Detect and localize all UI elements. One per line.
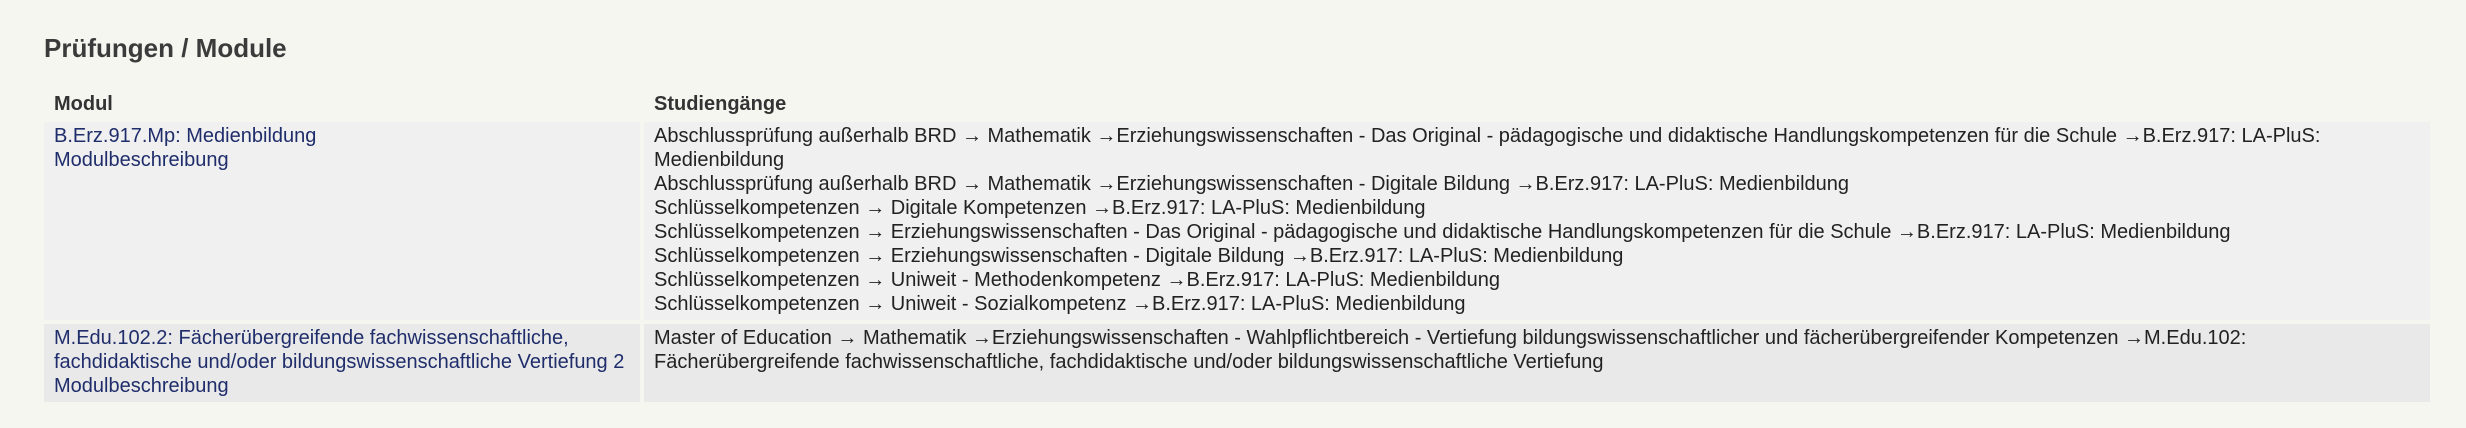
exams-table: Modul Studiengänge B.Erz.917.Mp: Medienb… bbox=[40, 84, 2434, 406]
course-path: Schlüsselkompetenzen → Erziehungswissens… bbox=[654, 245, 1624, 267]
course-path: Schlüsselkompetenzen → Uniweit - Methode… bbox=[654, 269, 1500, 291]
module-description-link[interactable]: Modulbeschreibung bbox=[54, 374, 630, 398]
table-row: M.Edu.102.2: Fächerübergreifende fachwis… bbox=[44, 324, 2430, 402]
courses-cell: Abschlussprüfung außerhalb BRD → Mathema… bbox=[644, 122, 2430, 320]
module-description-link[interactable]: Modulbeschreibung bbox=[54, 148, 630, 172]
module-cell: B.Erz.917.Mp: Medienbildung Modulbeschre… bbox=[44, 122, 640, 320]
section-title: Prüfungen / Module bbox=[44, 33, 287, 63]
course-path: Master of Education → Mathematik →Erzieh… bbox=[654, 327, 2247, 373]
course-path: Schlüsselkompetenzen → Uniweit - Sozialk… bbox=[654, 293, 1466, 315]
module-link[interactable]: M.Edu.102.2: Fächerübergreifende fachwis… bbox=[54, 326, 630, 374]
courses-cell: Master of Education → Mathematik →Erzieh… bbox=[644, 324, 2430, 402]
header-courses: Studiengänge bbox=[644, 88, 2430, 118]
course-path: Schlüsselkompetenzen → Erziehungswissens… bbox=[654, 221, 2231, 243]
header-module: Modul bbox=[44, 88, 640, 118]
exams-section: Prüfungen / Module Modul Studiengänge B.… bbox=[44, 30, 2466, 406]
table-header-row: Modul Studiengänge bbox=[44, 88, 2430, 118]
module-cell: M.Edu.102.2: Fächerübergreifende fachwis… bbox=[44, 324, 640, 402]
course-path: Abschlussprüfung außerhalb BRD → Mathema… bbox=[654, 125, 2321, 171]
table-row: B.Erz.917.Mp: Medienbildung Modulbeschre… bbox=[44, 122, 2430, 320]
course-path: Schlüsselkompetenzen → Digitale Kompeten… bbox=[654, 197, 1426, 219]
course-path: Abschlussprüfung außerhalb BRD → Mathema… bbox=[654, 173, 1850, 195]
module-link[interactable]: B.Erz.917.Mp: Medienbildung bbox=[54, 124, 630, 148]
